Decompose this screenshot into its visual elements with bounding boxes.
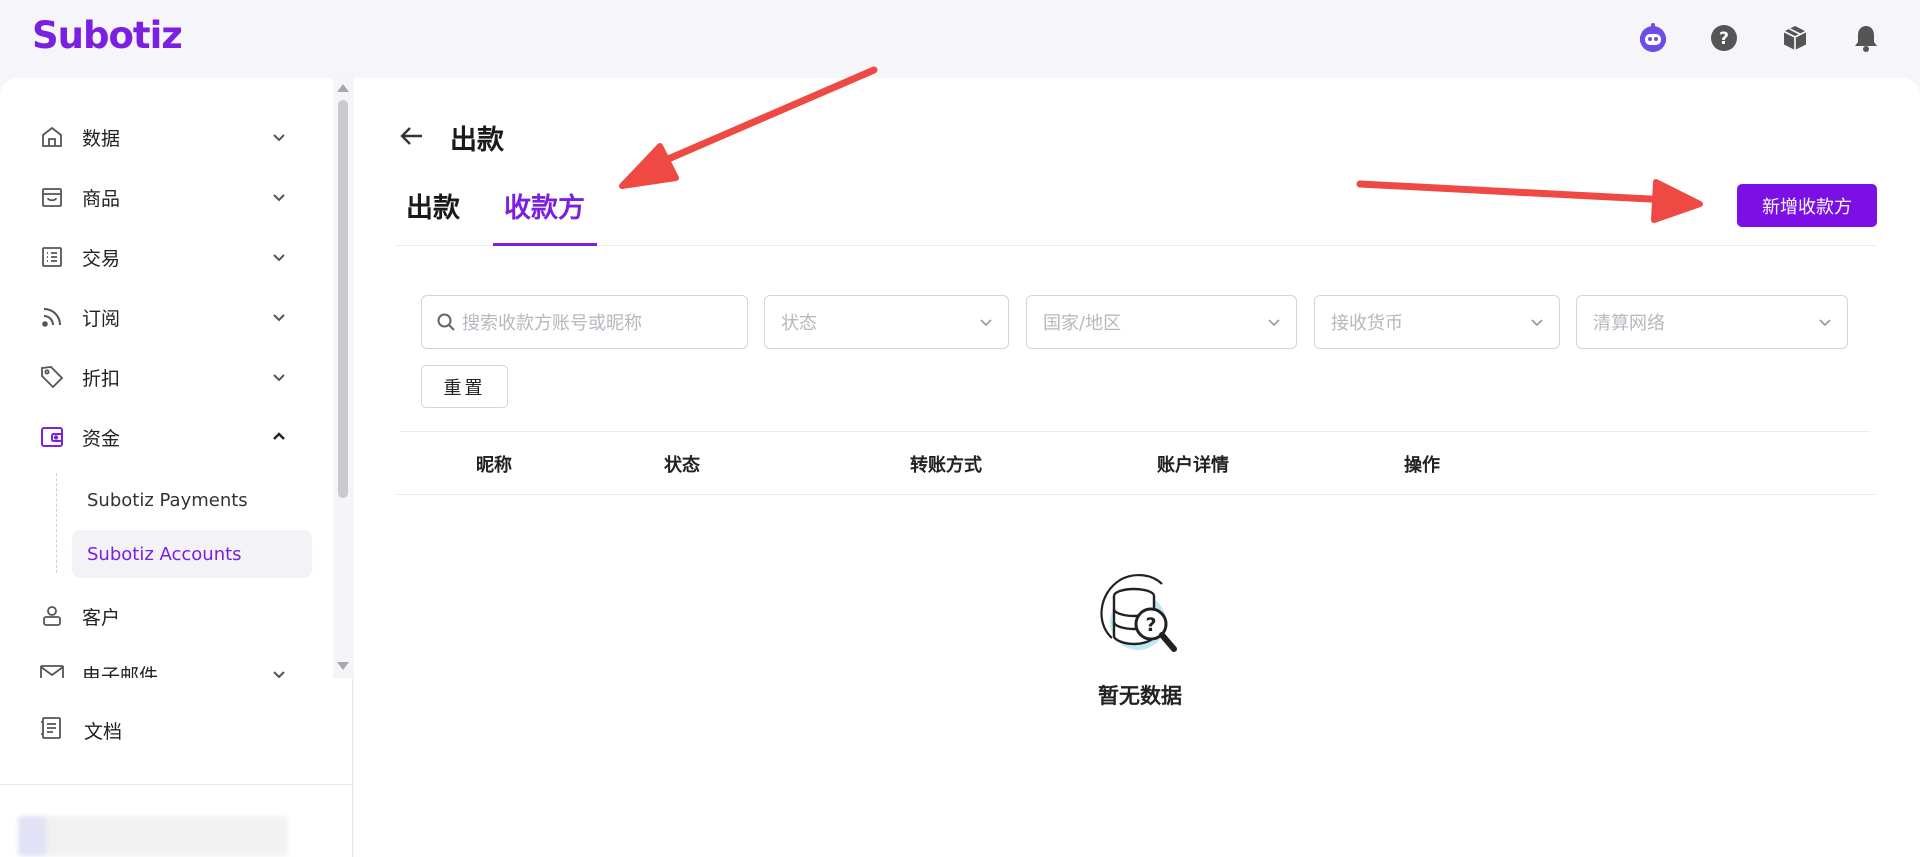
sidebar-nav: 数据 商品 交易 订阅 折扣 资金 Subotiz Payments Subot… [0, 78, 330, 678]
status-select[interactable]: 状态 [764, 295, 1009, 349]
column-header-account-details: 账户详情 [1157, 455, 1229, 476]
status-placeholder: 状态 [781, 313, 817, 334]
sidebar-item-funds[interactable]: 资金 [38, 417, 298, 457]
header-actions: ? [1635, 20, 1884, 56]
tab-payout[interactable]: 出款 [406, 186, 460, 225]
tag-icon [38, 363, 66, 391]
reset-button[interactable]: 重置 [421, 365, 508, 408]
sidebar-subitem-accounts[interactable]: Subotiz Accounts [72, 530, 312, 578]
chevron-down-icon [1531, 319, 1543, 327]
table-top-border [400, 431, 1870, 432]
svg-text:?: ? [1719, 29, 1729, 49]
list-icon [38, 243, 66, 271]
svg-text:?: ? [1145, 614, 1156, 636]
column-header-nickname: 昵称 [476, 455, 512, 476]
chevron-down-icon [273, 134, 285, 142]
scroll-thumb[interactable] [338, 100, 348, 498]
chevron-down-icon [273, 671, 285, 678]
store-icon [38, 183, 66, 211]
empty-state-text: 暂无数据 [1098, 684, 1182, 708]
chevron-down-icon [273, 374, 285, 382]
back-arrow-icon[interactable] [396, 120, 428, 152]
sidebar-item-data[interactable]: 数据 [38, 117, 298, 157]
sidebar-item-label: 交易 [82, 247, 121, 270]
sidebar-divider [0, 784, 353, 785]
chevron-down-icon [273, 194, 285, 202]
top-bar: Subotiz ? [0, 0, 1920, 78]
rss-icon [38, 303, 66, 331]
sidebar-item-discounts[interactable]: 折扣 [38, 357, 298, 397]
sidebar-item-label: 文档 [84, 720, 123, 743]
country-select[interactable]: 国家/地区 [1026, 295, 1297, 349]
search-placeholder: 搜索收款方账号或昵称 [462, 313, 642, 334]
wallet-icon [38, 423, 66, 451]
table-header-border [396, 494, 1876, 495]
search-input[interactable]: 搜索收款方账号或昵称 [421, 295, 748, 349]
sidebar-item-label: 资金 [82, 427, 121, 450]
sidebar-item-label: 商品 [82, 187, 121, 210]
column-header-status: 状态 [664, 455, 700, 476]
subnav-guide [56, 473, 57, 573]
sidebar-item-label: 客户 [82, 606, 121, 629]
sidebar-item-docs[interactable]: 文档 [38, 710, 122, 750]
page-title: 出款 [450, 125, 504, 156]
sidebar-subitem-payments[interactable]: Subotiz Payments [72, 476, 312, 524]
home-icon [38, 123, 66, 151]
sidebar-item-label: 数据 [82, 127, 121, 150]
bell-icon[interactable] [1848, 20, 1884, 56]
tab-payees[interactable]: 收款方 [504, 186, 585, 225]
sidebar-item-customers[interactable]: 客户 [38, 596, 298, 636]
network-placeholder: 清算网络 [1593, 313, 1665, 334]
chevron-up-icon [273, 432, 285, 440]
mail-icon [38, 660, 66, 678]
user-icon [38, 602, 66, 630]
package-icon[interactable] [1777, 20, 1813, 56]
add-payee-button[interactable]: 新增收款方 [1737, 184, 1877, 227]
currency-placeholder: 接收货币 [1331, 313, 1403, 334]
chevron-down-icon [1819, 319, 1831, 327]
chevron-down-icon [273, 254, 285, 262]
chevron-down-icon [980, 319, 992, 327]
sidebar: 数据 商品 交易 订阅 折扣 资金 Subotiz Payments Subot… [0, 78, 353, 857]
search-icon [437, 313, 455, 331]
sidebar-item-email[interactable]: 电子邮件 [38, 654, 298, 678]
document-icon [38, 715, 64, 745]
chevron-down-icon [1268, 319, 1280, 327]
tab-active-indicator [493, 243, 597, 246]
assistant-bot-icon[interactable] [1635, 20, 1671, 56]
network-select[interactable]: 清算网络 [1576, 295, 1848, 349]
currency-select[interactable]: 接收货币 [1314, 295, 1560, 349]
chevron-down-icon [273, 314, 285, 322]
sidebar-scrollbar[interactable] [333, 78, 353, 678]
sidebar-item-label: 订阅 [82, 307, 121, 330]
main-content: 出款 出款 收款方 新增收款方 搜索收款方账号或昵称 状态 国家/地区 接收货币… [354, 78, 1920, 857]
user-profile-blurred[interactable] [18, 816, 288, 856]
sidebar-item-products[interactable]: 商品 [38, 177, 298, 217]
scroll-up-icon[interactable] [337, 84, 349, 92]
tabs-divider [396, 245, 1876, 246]
column-header-transfer-method: 转账方式 [910, 455, 982, 476]
sidebar-item-label: 电子邮件 [82, 664, 159, 679]
column-header-actions: 操作 [1404, 455, 1440, 476]
empty-data-icon: ? [1100, 574, 1177, 652]
app-logo[interactable]: Subotiz [32, 14, 183, 57]
sidebar-item-subscriptions[interactable]: 订阅 [38, 297, 298, 337]
sidebar-item-transactions[interactable]: 交易 [38, 237, 298, 277]
scroll-down-icon[interactable] [337, 662, 349, 670]
country-placeholder: 国家/地区 [1043, 313, 1122, 334]
sidebar-item-label: 折扣 [82, 367, 121, 390]
help-icon[interactable]: ? [1706, 20, 1742, 56]
